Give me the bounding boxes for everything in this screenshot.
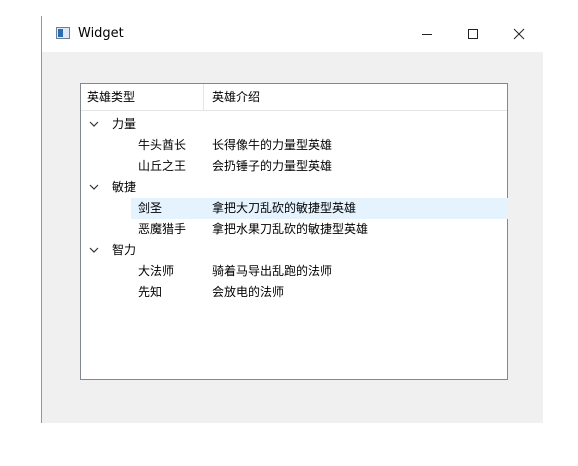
hero-description: 拿把水果刀乱砍的敏捷型英雄 (212, 222, 369, 236)
tree-child-row[interactable]: 大法师 骑着马导出乱跑的法师 (81, 261, 507, 282)
tree-group-label: 敏捷 (112, 180, 137, 194)
hero-name: 山丘之王 (138, 159, 187, 173)
tree-child-row[interactable]: 先知 会放电的法师 (81, 282, 507, 303)
tree-child-row[interactable]: 牛头酋长 长得像牛的力量型英雄 (81, 135, 507, 156)
header-hero-type[interactable]: 英雄类型 (87, 84, 135, 110)
tree-group-label: 智力 (112, 243, 137, 257)
tree-group-row[interactable]: 敏捷 (81, 177, 507, 198)
tree-child-row[interactable]: 山丘之王 会扔锤子的力量型英雄 (81, 156, 507, 177)
title-bar[interactable]: Widget (42, 16, 543, 52)
hero-description: 会放电的法师 (212, 285, 285, 299)
tree-group-row[interactable]: 力量 (81, 114, 507, 135)
hero-name: 牛头酋长 (138, 138, 187, 152)
tree-header: 英雄类型 英雄介绍 (81, 84, 507, 111)
minimize-icon (422, 33, 432, 35)
tree-child-row[interactable]: 剑圣 拿把大刀乱砍的敏捷型英雄 (81, 198, 508, 219)
hero-name: 先知 (138, 285, 163, 299)
hero-name: 剑圣 (138, 201, 163, 215)
tree-child-row[interactable]: 恶魔猎手 拿把水果刀乱砍的敏捷型英雄 (81, 219, 507, 240)
chevron-down-icon[interactable] (89, 182, 99, 192)
maximize-button[interactable] (450, 16, 496, 52)
hero-description: 拿把大刀乱砍的敏捷型英雄 (212, 201, 357, 215)
hero-name: 大法师 (138, 264, 175, 278)
hero-name: 恶魔猎手 (138, 222, 187, 236)
tree-group-row[interactable]: 智力 (81, 240, 507, 261)
hero-description: 骑着马导出乱跑的法师 (212, 264, 333, 278)
chevron-down-icon[interactable] (89, 245, 99, 255)
hero-description: 长得像牛的力量型英雄 (212, 138, 333, 152)
maximize-icon (468, 29, 478, 39)
widget-window: Widget 英雄类型 英雄介绍 力量 牛头酋长 长得像牛的力量型英雄山丘之王 会扔锤… (41, 16, 543, 423)
header-hero-intro[interactable]: 英雄介绍 (212, 84, 260, 110)
header-divider[interactable] (203, 84, 204, 110)
close-button[interactable] (496, 16, 542, 52)
hero-description: 会扔锤子的力量型英雄 (212, 159, 333, 173)
window-title: Widget (78, 26, 124, 41)
app-window-icon (56, 27, 70, 39)
tree-group-label: 力量 (112, 117, 137, 131)
hero-tree-widget[interactable]: 英雄类型 英雄介绍 力量 牛头酋长 长得像牛的力量型英雄山丘之王 会扔锤子的力量型英雄… (80, 83, 508, 380)
close-icon (513, 28, 525, 40)
chevron-down-icon[interactable] (89, 119, 99, 129)
minimize-button[interactable] (404, 16, 450, 52)
